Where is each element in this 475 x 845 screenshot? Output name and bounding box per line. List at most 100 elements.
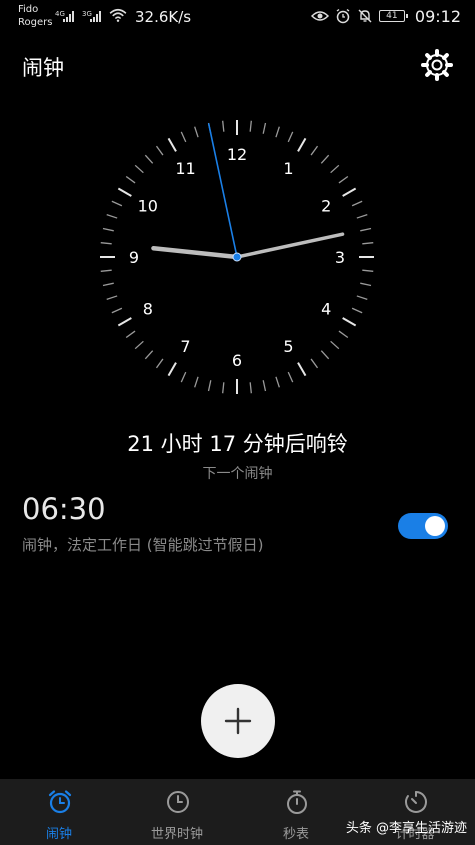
minute-tick	[222, 382, 225, 394]
minute-tick	[180, 371, 187, 383]
carrier-name-2: Rogers	[18, 17, 53, 28]
nav-stopwatch[interactable]: 秒表	[237, 779, 355, 845]
minute-tick	[360, 227, 372, 232]
minute-tick	[356, 295, 368, 300]
minute-tick	[207, 380, 212, 392]
minute-tick	[125, 175, 136, 184]
next-alarm-label: 下一个闹钟	[202, 466, 273, 482]
minute-tick	[262, 380, 267, 392]
minute-tick	[194, 126, 199, 138]
clock-numeral: 6	[232, 351, 242, 370]
alarm-toggle[interactable]	[398, 513, 448, 539]
minute-tick	[155, 358, 164, 369]
hour-tick	[167, 362, 177, 377]
clock-numeral: 7	[180, 337, 190, 356]
hour-tick	[167, 137, 177, 152]
clock-center	[232, 252, 242, 262]
hour-tick	[297, 362, 307, 377]
minute-tick	[222, 120, 225, 132]
clock-numeral: 10	[138, 197, 158, 216]
sim2-label: 3G	[82, 10, 92, 18]
minute-tick	[102, 282, 114, 287]
clock-icon	[167, 791, 189, 813]
clock-numeral: 2	[321, 197, 331, 216]
minute-tick	[275, 126, 280, 138]
minute-tick	[102, 227, 114, 232]
hour-tick	[342, 317, 357, 327]
clock-numeral: 11	[175, 159, 195, 178]
minute-tick	[310, 358, 319, 369]
minute-tick	[351, 307, 363, 314]
minute-tick	[320, 154, 330, 164]
alarm-description: 闹钟，法定工作日 (智能跳过节假日)	[22, 536, 264, 554]
minute-tick	[362, 242, 374, 245]
timer-icon	[405, 791, 427, 813]
minute-tick	[338, 175, 349, 184]
clock-numeral: 1	[283, 159, 293, 178]
clock-numeral: 8	[143, 300, 153, 319]
nav-alarm[interactable]: 闹钟	[0, 779, 118, 845]
minute-tick	[320, 350, 330, 360]
minute-tick	[134, 164, 144, 174]
alarm-time: 06:30	[22, 492, 106, 526]
minute-tick	[351, 200, 363, 207]
carrier-labels: Fido Rogers	[18, 3, 52, 29]
minute-tick	[155, 145, 164, 156]
clock-numeral: 12	[227, 145, 247, 164]
stopwatch-icon	[287, 790, 307, 814]
minute-tick	[100, 269, 112, 272]
carrier-name-1: Fido	[18, 4, 39, 15]
settings-button[interactable]	[421, 49, 453, 81]
hour-tick	[297, 137, 307, 152]
minute-tick	[360, 282, 372, 287]
minute-hand	[235, 232, 345, 259]
minute-tick	[180, 131, 187, 143]
toggle-knob	[425, 516, 445, 536]
signal-1-icon: 4G	[55, 10, 74, 22]
minute-tick	[249, 382, 252, 394]
minute-tick	[275, 376, 280, 388]
plus-icon	[224, 707, 252, 735]
minute-tick	[144, 154, 154, 164]
minute-tick	[262, 122, 267, 134]
minute-tick	[330, 340, 340, 350]
status-icons: 41 09:12	[310, 6, 461, 26]
minute-tick	[362, 269, 374, 272]
alarm-clock-icon	[336, 8, 350, 24]
minute-tick	[106, 295, 118, 300]
add-alarm-button[interactable]	[201, 684, 275, 758]
alarm-list-item[interactable]: 06:30 闹钟，法定工作日 (智能跳过节假日)	[0, 488, 475, 558]
minute-tick	[100, 242, 112, 245]
clock-numeral: 9	[129, 248, 139, 267]
page-title: 闹钟	[22, 56, 64, 80]
minute-tick	[330, 164, 340, 174]
alarm-clock-icon	[48, 790, 72, 814]
minute-tick	[106, 214, 118, 219]
clock-numeral: 5	[283, 337, 293, 356]
nav-alarm-label: 闹钟	[45, 827, 72, 842]
hour-tick	[342, 187, 357, 197]
minute-tick	[338, 330, 349, 339]
clock-numeral: 3	[335, 248, 345, 267]
clock-numeral: 4	[321, 300, 331, 319]
status-time: 09:12	[414, 6, 461, 26]
minute-tick	[194, 376, 199, 388]
nav-world-clock[interactable]: 世界时钟	[118, 779, 236, 845]
bottom-navigation: 闹钟 世界时钟 秒表 计时器 头条 @李享生活游迹	[0, 779, 475, 845]
nav-stopwatch-label: 秒表	[282, 827, 309, 842]
minute-tick	[111, 200, 123, 207]
sim1-label: 4G	[55, 10, 65, 18]
minute-tick	[287, 131, 294, 143]
watermark: 头条 @李享生活游迹	[345, 821, 467, 836]
hour-tick	[117, 317, 132, 327]
signal-2-icon: 3G	[82, 10, 101, 22]
minute-tick	[356, 214, 368, 219]
bell-off-icon	[358, 9, 372, 23]
gear-icon	[421, 49, 453, 81]
hour-tick	[117, 187, 132, 197]
battery-icon: 41	[378, 10, 408, 22]
second-hand	[207, 123, 238, 258]
analog-clock: 121234567891011	[100, 120, 374, 394]
minute-tick	[134, 340, 144, 350]
eye-icon	[310, 11, 329, 21]
